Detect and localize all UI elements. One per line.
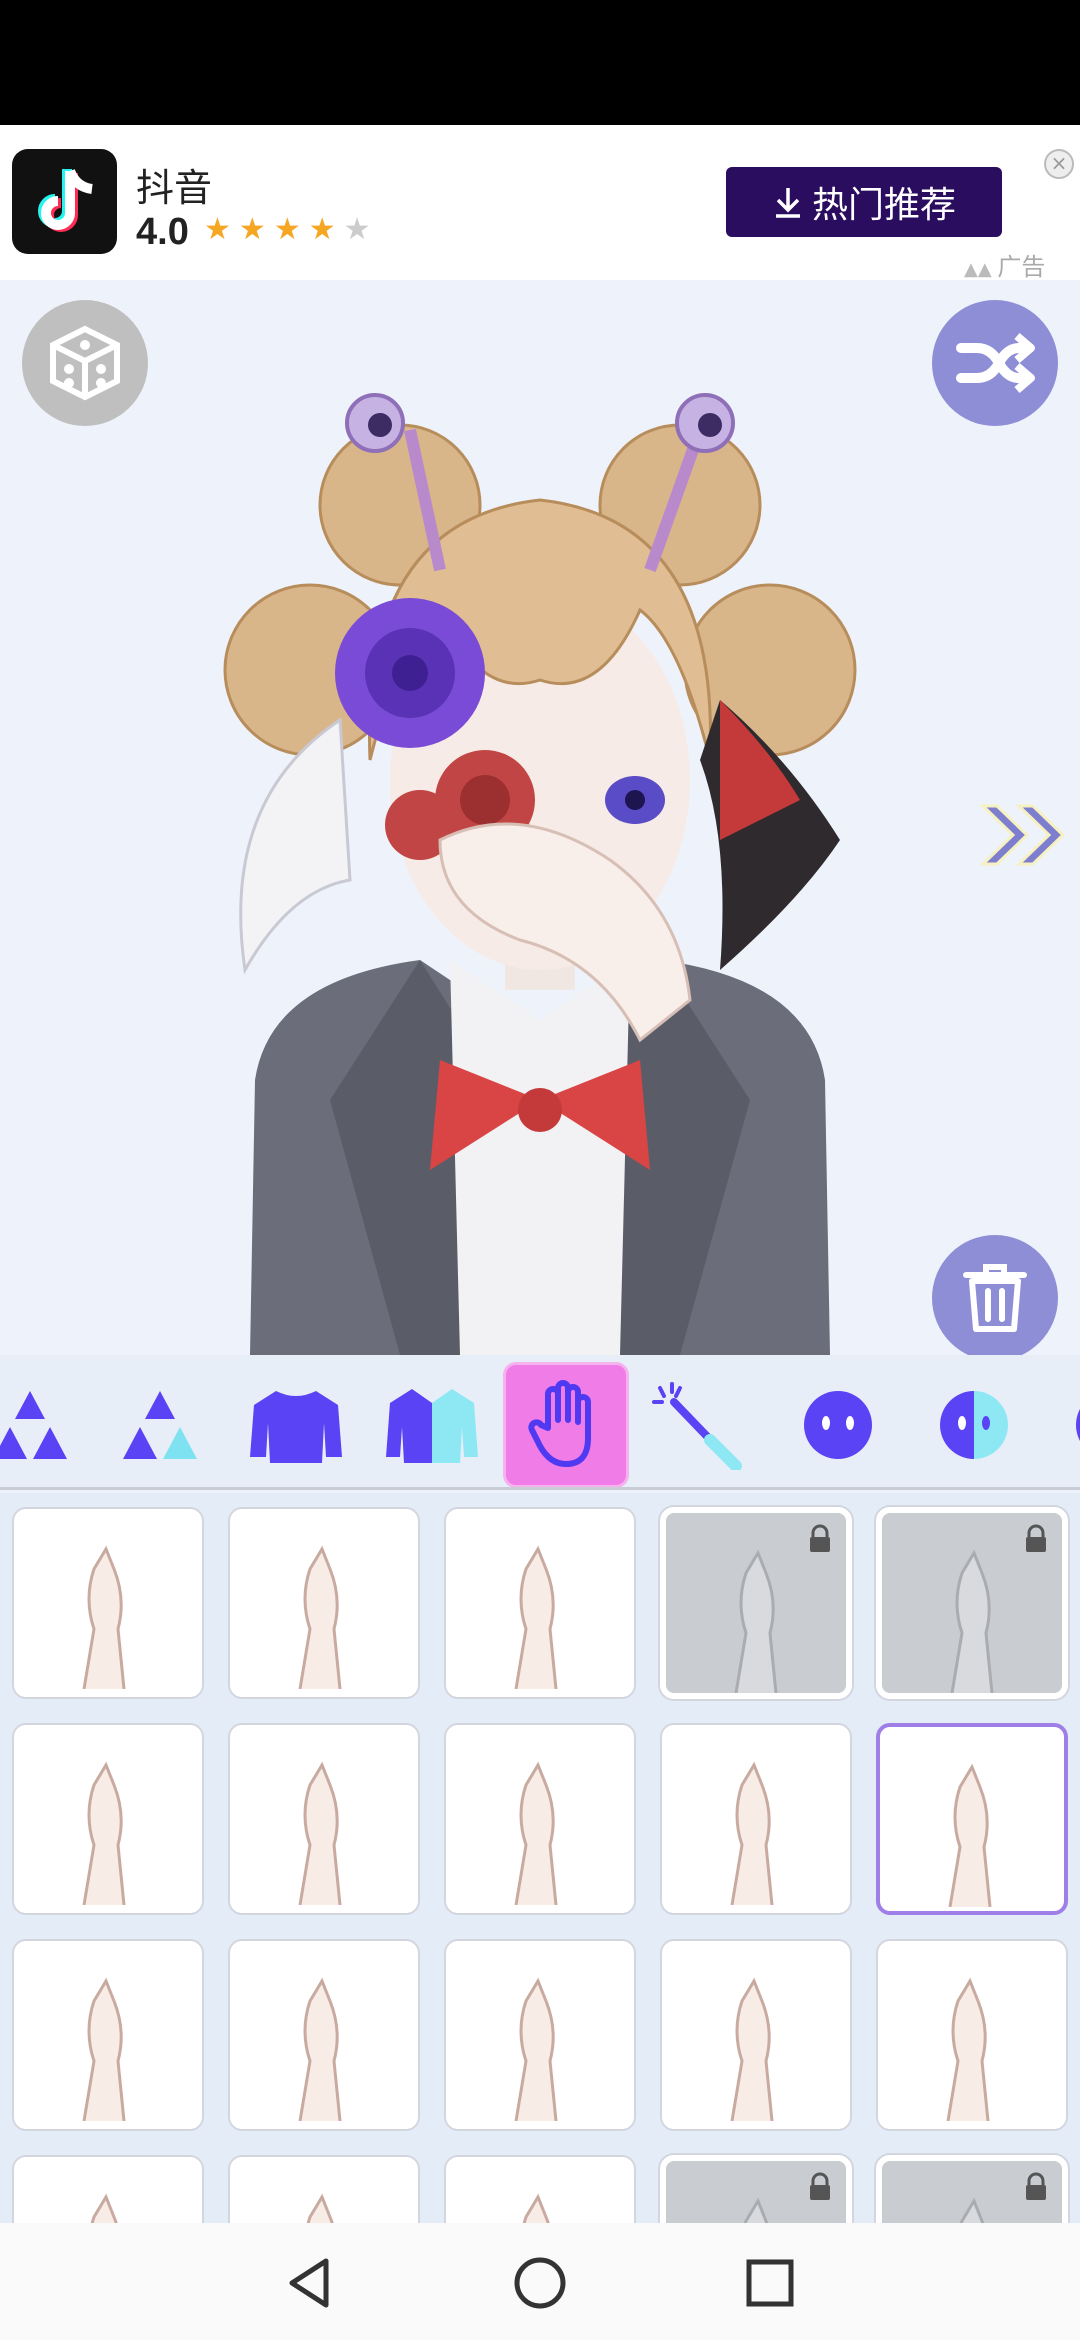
ad-app-name[interactable]: 抖音 — [136, 157, 212, 212]
item-thumbnail — [82, 1761, 126, 1906]
double-chevron-right-icon[interactable] — [975, 800, 1075, 870]
tiktok-logo-icon[interactable] — [12, 149, 117, 254]
dice-icon — [50, 325, 120, 401]
category-triangles-two-tone[interactable] — [100, 1365, 220, 1485]
ad-cta-label: 热门推荐 — [811, 185, 956, 226]
close-icon[interactable]: × — [1044, 149, 1074, 179]
character-canvas[interactable] — [0, 280, 1080, 1355]
character-illustration — [223, 393, 857, 1355]
item-grid — [0, 1493, 1080, 2223]
item-thumbnail — [514, 1977, 558, 2122]
item-tile-blank-hand[interactable] — [444, 2155, 636, 2223]
item-tile-locked-item-b[interactable] — [876, 2155, 1068, 2223]
item-tile-syringe-hand[interactable] — [876, 1507, 1068, 1699]
sweater-icon — [250, 1391, 342, 1463]
star-icon: ★ — [273, 212, 301, 247]
ad-network-icon: ▲▲ — [964, 259, 998, 280]
system-nav-bar — [0, 2223, 1080, 2340]
trash-icon — [963, 1264, 1027, 1332]
item-thumbnail — [522, 2193, 550, 2223]
face-icon — [804, 1391, 872, 1459]
category-toolbar — [0, 1355, 1080, 1490]
item-thumbnail — [90, 2193, 118, 2223]
item-tile-peace-sign-hands[interactable] — [12, 1939, 204, 2131]
lock-icon — [810, 1524, 830, 1552]
item-tile-praying-hands[interactable] — [228, 1507, 420, 1699]
item-thumbnail — [946, 1977, 990, 2122]
star-icon: ★ — [308, 212, 336, 247]
category-triangles[interactable] — [0, 1365, 90, 1485]
home-icon[interactable] — [510, 2253, 570, 2313]
item-thumbnail — [298, 1545, 342, 1690]
ad-download-button[interactable]: 热门推荐 — [726, 167, 1002, 237]
back-icon[interactable] — [280, 2253, 340, 2313]
category-more[interactable] — [1050, 1365, 1080, 1485]
item-tile-pointing-hand-glove[interactable] — [12, 1507, 204, 1699]
circle-icon — [1076, 1409, 1080, 1441]
item-tile-staff-hand[interactable] — [12, 1723, 204, 1915]
item-tile-cigarette-hand[interactable] — [444, 1939, 636, 2131]
hand-icon — [528, 1380, 591, 1467]
item-tile-ok-sign-hand[interactable] — [660, 1507, 852, 1699]
item-tile-open-palm-hand[interactable] — [876, 1723, 1068, 1915]
item-thumbnail — [82, 1545, 126, 1690]
item-thumbnail — [298, 1761, 342, 1906]
lock-icon — [1026, 2172, 1046, 2200]
ad-banner[interactable]: 抖音 4.0 ★ ★ ★ ★ ★ 热门推荐 × ▲▲ 广告 — [0, 125, 1080, 281]
item-tile-locked-item-a[interactable] — [660, 2155, 852, 2223]
item-tile-heart-hands[interactable] — [228, 1939, 420, 2131]
item-thumbnail — [306, 2193, 334, 2223]
item-tile-stitched-hand[interactable] — [660, 1939, 852, 2131]
category-magic-wand[interactable] — [640, 1365, 760, 1485]
triangles-icon — [0, 1391, 67, 1459]
item-tile-lollipop-hand[interactable] — [444, 1723, 636, 1915]
lock-icon — [810, 2172, 830, 2200]
star-icon: ★ — [204, 212, 231, 247]
recents-icon[interactable] — [740, 2253, 800, 2313]
item-tile-rose-tattoo-hand[interactable] — [444, 1507, 636, 1699]
shuffle-icon — [956, 332, 1035, 394]
jacket-icon — [386, 1389, 478, 1463]
item-thumbnail — [514, 1545, 558, 1690]
ad-label: ▲▲ 广告 — [964, 253, 1046, 281]
delete-button[interactable] — [932, 1235, 1058, 1355]
item-thumbnail — [82, 1977, 126, 2122]
item-thumbnail — [730, 1761, 774, 1906]
item-tile-glowing-hands[interactable] — [660, 1723, 852, 1915]
item-thumbnail — [298, 1977, 342, 2122]
item-tile-crossed-hands[interactable] — [228, 2155, 420, 2223]
lock-icon — [1026, 1524, 1046, 1552]
item-thumbnail — [948, 1763, 992, 1908]
category-jacket[interactable] — [372, 1365, 492, 1485]
category-face[interactable] — [778, 1365, 898, 1485]
triangles-two-tone-icon — [123, 1391, 197, 1459]
category-half-face[interactable] — [914, 1365, 1034, 1485]
ad-rating-stars: ★ ★ ★ ★ ★ — [204, 213, 371, 247]
magic-wand-icon — [652, 1382, 742, 1470]
category-sweater[interactable] — [236, 1365, 356, 1485]
star-icon: ★ — [238, 212, 266, 247]
item-thumbnail — [514, 1761, 558, 1906]
random-dice-button[interactable] — [22, 300, 148, 426]
item-tile-knife-hand[interactable] — [12, 2155, 204, 2223]
star-icon: ★ — [343, 212, 371, 247]
shuffle-button[interactable] — [932, 300, 1058, 426]
item-thumbnail — [730, 1977, 774, 2122]
download-icon — [775, 188, 800, 218]
status-bar — [0, 0, 1080, 125]
category-hand[interactable] — [506, 1365, 626, 1485]
half-face-icon — [940, 1391, 1008, 1459]
ad-rating-value: 4.0 — [136, 211, 189, 253]
item-tile-handcuffed-hands[interactable] — [876, 1939, 1068, 2131]
item-tile-feather-heart-hands[interactable] — [228, 1723, 420, 1915]
